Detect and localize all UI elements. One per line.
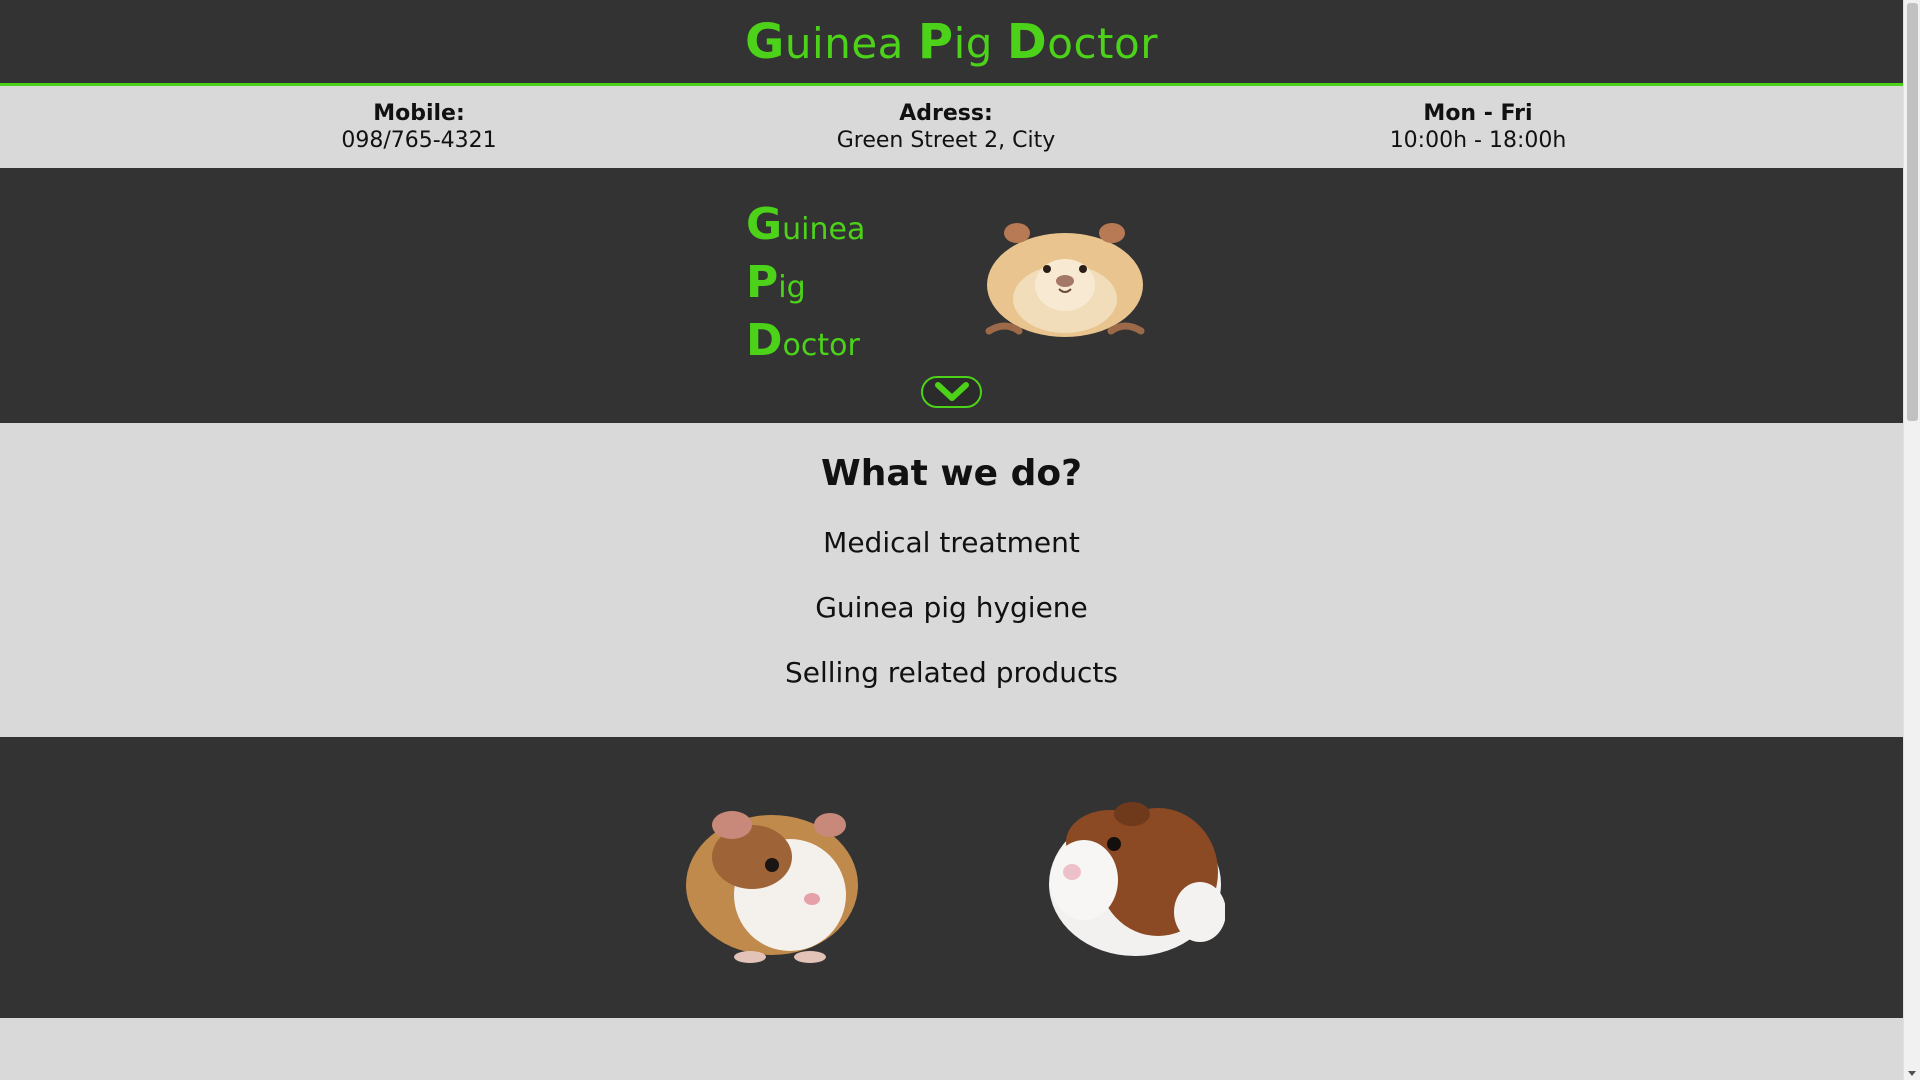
services-heading: What we do? [821, 453, 1082, 494]
info-mobile-label: Mobile: [373, 101, 465, 126]
info-hours-value: 10:00h - 18:00h [1389, 128, 1567, 153]
site-title-word-3: Doctor [1006, 13, 1158, 70]
info-address: Adress: Green Street 2, City [816, 100, 1076, 154]
info-mobile-value: 098/765-4321 [341, 128, 497, 153]
scrollbar-thumb[interactable] [1907, 3, 1918, 421]
info-mobile: Mobile: 098/765-4321 [319, 100, 519, 154]
info-address-label: Adress: [899, 101, 993, 126]
scroll-down-button[interactable] [921, 376, 982, 408]
service-item-medical: Medical treatment [823, 526, 1080, 559]
top-header: Guinea Pig Doctor [0, 0, 1903, 86]
hero-guinea-pig-illustration [985, 223, 1145, 337]
service-item-hygiene: Guinea pig hygiene [815, 591, 1088, 624]
vertical-scrollbar[interactable] [1903, 0, 1920, 1080]
service-item-products: Selling related products [785, 656, 1118, 689]
footer-area [0, 1018, 1903, 1080]
hero-line-3: Doctor [746, 315, 860, 366]
info-hours: Mon - Fri 10:00h - 18:00h [1368, 100, 1588, 154]
site-title: Guinea Pig Doctor [745, 14, 1158, 70]
scrollbar-down-arrow-icon[interactable] [1908, 1071, 1916, 1076]
site-title-word-2: Pig [917, 13, 993, 70]
gallery-section [0, 737, 1903, 1018]
services-section: What we do? Medical treatment Guinea pig… [0, 423, 1903, 737]
hero-section: Guinea Pig Doctor [0, 168, 1903, 423]
hero-line-1: Guinea [746, 199, 866, 250]
chevron-down-icon [934, 382, 969, 401]
info-address-value: Green Street 2, City [836, 128, 1056, 153]
site-title-word-1: Guinea [745, 13, 904, 70]
page: Guinea Pig Doctor Mobile: 098/765-4321 A… [0, 0, 1920, 1080]
info-hours-label: Mon - Fri [1423, 101, 1533, 126]
guinea-pig-photo-1 [686, 811, 858, 963]
page-content: Guinea Pig Doctor Mobile: 098/765-4321 A… [0, 0, 1903, 1080]
hero-line-2: Pig [746, 257, 806, 308]
hero-title: Guinea Pig Doctor [746, 198, 865, 372]
guinea-pig-photo-2 [1049, 802, 1225, 956]
